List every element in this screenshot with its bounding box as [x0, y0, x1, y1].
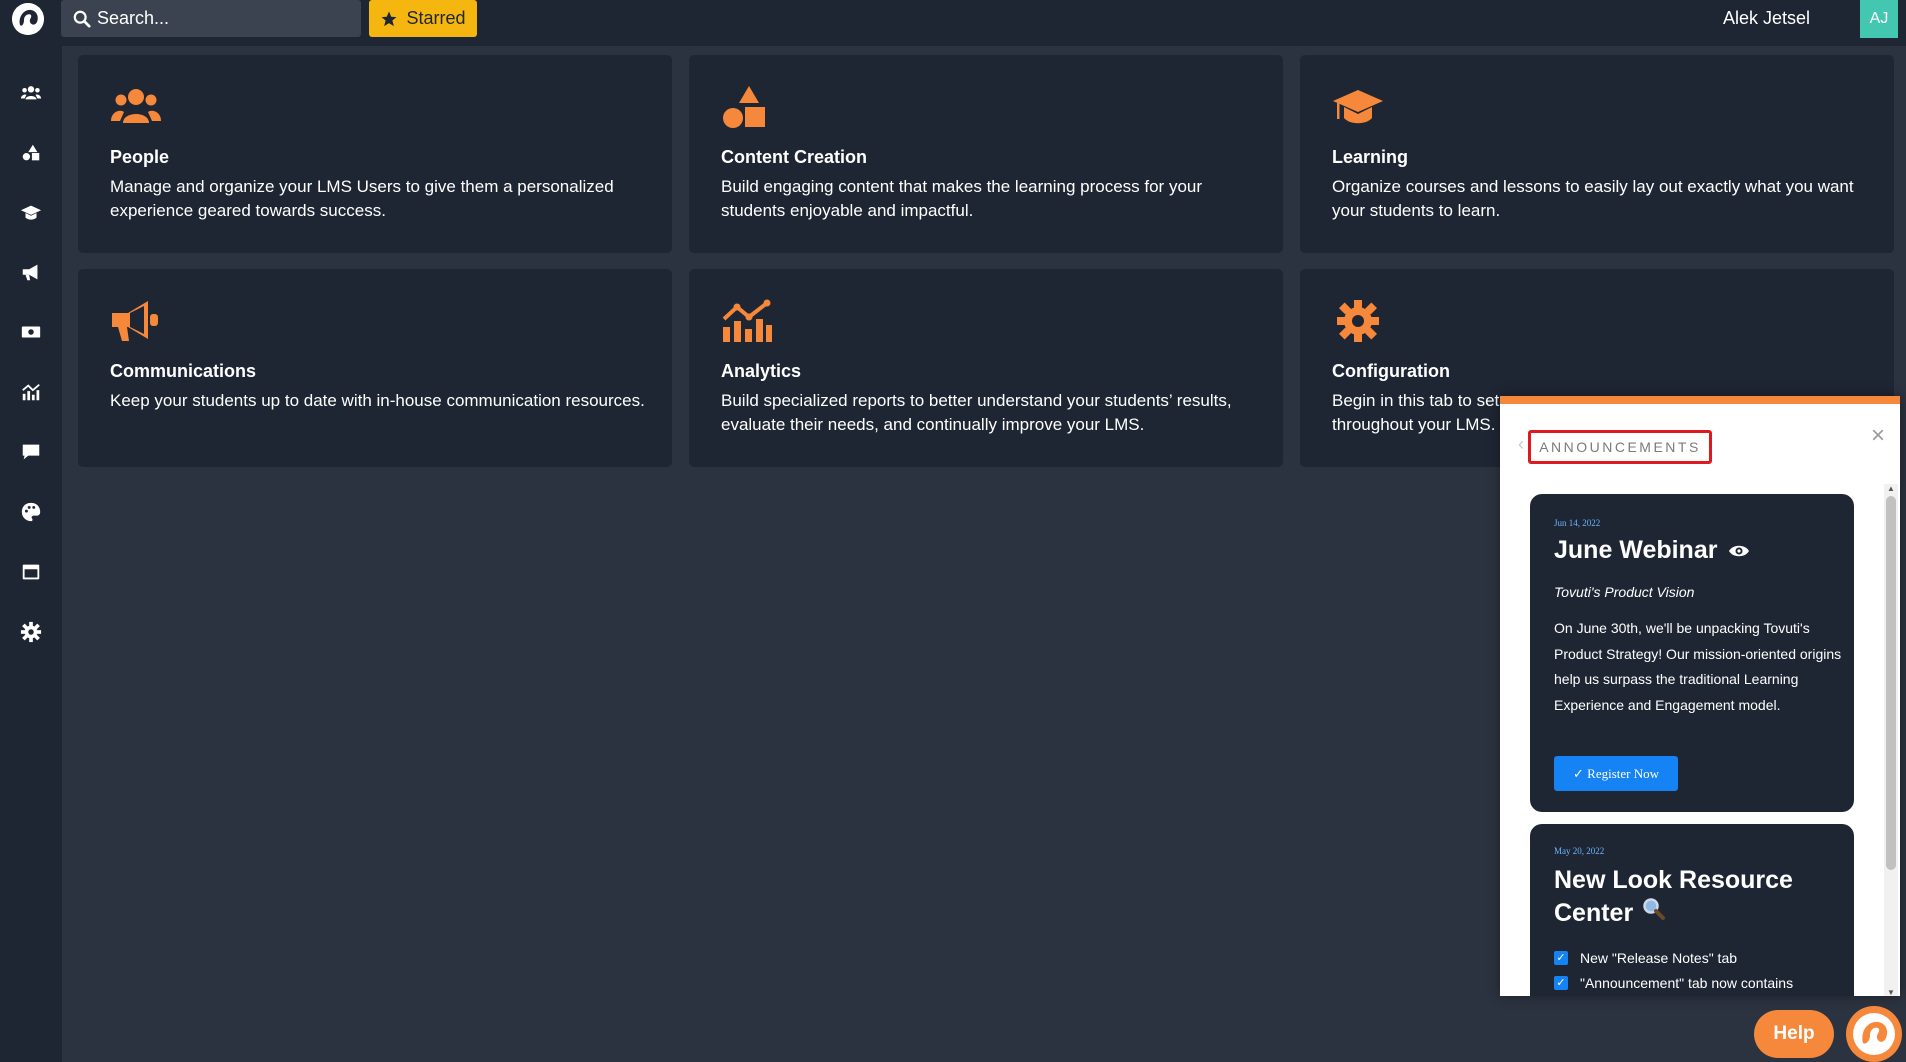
card-description: Build specialized reports to better unde… — [721, 391, 1232, 434]
graduation-cap-icon — [20, 205, 42, 220]
checkbox-checked-icon: ✓ — [1554, 976, 1568, 990]
chevron-left-icon[interactable]: ‹ — [1518, 434, 1524, 455]
megaphone-icon — [22, 264, 38, 281]
announcement-date: Jun 14, 2022 — [1554, 518, 1601, 528]
sidebar-item-learning[interactable] — [0, 193, 62, 233]
checklist-item: ✓ New "Release Notes" tab — [1554, 950, 1737, 966]
sidebar-item-people[interactable] — [0, 73, 62, 113]
shapes-icon — [721, 85, 773, 129]
user-name[interactable]: Alek Jetsel — [1723, 8, 1810, 29]
gear-icon — [1332, 299, 1384, 343]
magnifier-icon — [1643, 898, 1666, 920]
shapes-icon — [22, 144, 40, 161]
card-title: Configuration — [1332, 361, 1450, 381]
announcement-body: On June 30th, we'll be unpacking Tovuti'… — [1554, 620, 1842, 713]
card-title: Learning — [1332, 147, 1409, 167]
users-icon — [20, 86, 42, 100]
close-icon[interactable]: × — [1866, 424, 1890, 448]
card-title: Communications — [110, 361, 257, 381]
register-now-button[interactable]: ✓ Register Now — [1554, 756, 1678, 791]
window-icon — [22, 564, 40, 580]
starred-button[interactable]: Starred — [369, 0, 477, 37]
star-icon — [381, 11, 397, 26]
card-people[interactable]: People Manage and organize your LMS User… — [78, 55, 672, 253]
comment-icon — [22, 444, 40, 460]
app-logo-icon[interactable] — [12, 3, 44, 35]
card-title: Content Creation — [721, 147, 867, 167]
announcement-title: New Look Resource Center — [1554, 864, 1844, 930]
card-title: People — [110, 147, 170, 167]
eye-icon — [1729, 545, 1750, 557]
announcement-card: May 20, 2022 New Look Resource Center ✓ … — [1530, 824, 1854, 996]
checklist-item: ✓ "Announcement" tab now contains — [1554, 975, 1793, 991]
help-button[interactable]: Help — [1754, 1010, 1834, 1058]
card-description: Build engaging content that makes the le… — [721, 177, 1203, 220]
card-analytics[interactable]: Analytics Build specialized reports to b… — [689, 269, 1283, 467]
card-description: Manage and organize your LMS Users to gi… — [110, 177, 614, 220]
starred-label: Starred — [406, 8, 466, 28]
search-icon — [73, 10, 91, 28]
money-icon — [21, 326, 41, 338]
sidebar-item-commerce[interactable] — [0, 312, 62, 352]
sidebar-item-messages[interactable] — [0, 432, 62, 472]
megaphone-icon — [110, 299, 162, 343]
announcements-panel: ‹ ANNOUNCEMENTS × ▲ ▼ Jun 14, 2022 June … — [1500, 396, 1900, 996]
sidebar-item-appearance[interactable] — [0, 492, 62, 532]
announcement-title-line2: Center — [1554, 899, 1634, 927]
card-description: Organize courses and lessons to easily l… — [1332, 177, 1854, 220]
announcement-subtitle: Tovuti's Product Vision — [1554, 584, 1695, 600]
palette-icon — [21, 502, 41, 522]
chart-icon — [22, 383, 40, 401]
scroll-down-arrow-icon[interactable]: ▼ — [1886, 988, 1896, 996]
announcement-title-text: June Webinar — [1554, 536, 1718, 564]
scrollbar-thumb[interactable] — [1886, 496, 1896, 870]
announcement-title: June Webinar — [1554, 534, 1750, 567]
gear-icon — [20, 621, 42, 643]
card-description-line2: throughout your LMS. — [1332, 415, 1496, 434]
sidebar-item-analytics[interactable] — [0, 372, 62, 412]
card-description-line1: Begin in this tab to set — [1332, 391, 1500, 410]
card-communications[interactable]: Communications Keep your students up to … — [78, 269, 672, 467]
announcement-date: May 20, 2022 — [1554, 846, 1605, 856]
chart-icon — [721, 299, 773, 343]
search-bar[interactable] — [61, 0, 361, 37]
search-input[interactable] — [97, 8, 337, 29]
avatar[interactable]: AJ — [1860, 0, 1898, 38]
top-bar: Starred Alek Jetsel AJ — [0, 0, 1906, 46]
announcement-card: Jun 14, 2022 June Webinar Tovuti's Produ… — [1530, 494, 1854, 812]
card-title: Analytics — [721, 361, 802, 381]
card-description: Keep your students up to date with in-ho… — [110, 391, 645, 410]
checklist-text: "Announcement" tab now contains — [1580, 975, 1794, 991]
users-icon — [110, 85, 162, 129]
sidebar-item-configuration[interactable] — [0, 612, 62, 652]
checkbox-checked-icon: ✓ — [1554, 951, 1568, 965]
card-learning[interactable]: Learning Organize courses and lessons to… — [1300, 55, 1894, 253]
sidebar-item-content[interactable] — [0, 133, 62, 173]
graduation-cap-icon — [1332, 85, 1384, 129]
sidebar-item-communications[interactable] — [0, 252, 62, 292]
sidebar-item-pages[interactable] — [0, 552, 62, 592]
checklist-text: New "Release Notes" tab — [1580, 950, 1738, 966]
announcement-title-line1: New Look Resource — [1554, 866, 1793, 894]
sidebar — [0, 46, 62, 1062]
announcements-title: ANNOUNCEMENTS — [1528, 430, 1712, 464]
help-launcher-logo-icon[interactable] — [1846, 1006, 1902, 1062]
card-content-creation[interactable]: Content Creation Build engaging content … — [689, 55, 1283, 253]
scroll-up-arrow-icon[interactable]: ▲ — [1886, 484, 1896, 493]
